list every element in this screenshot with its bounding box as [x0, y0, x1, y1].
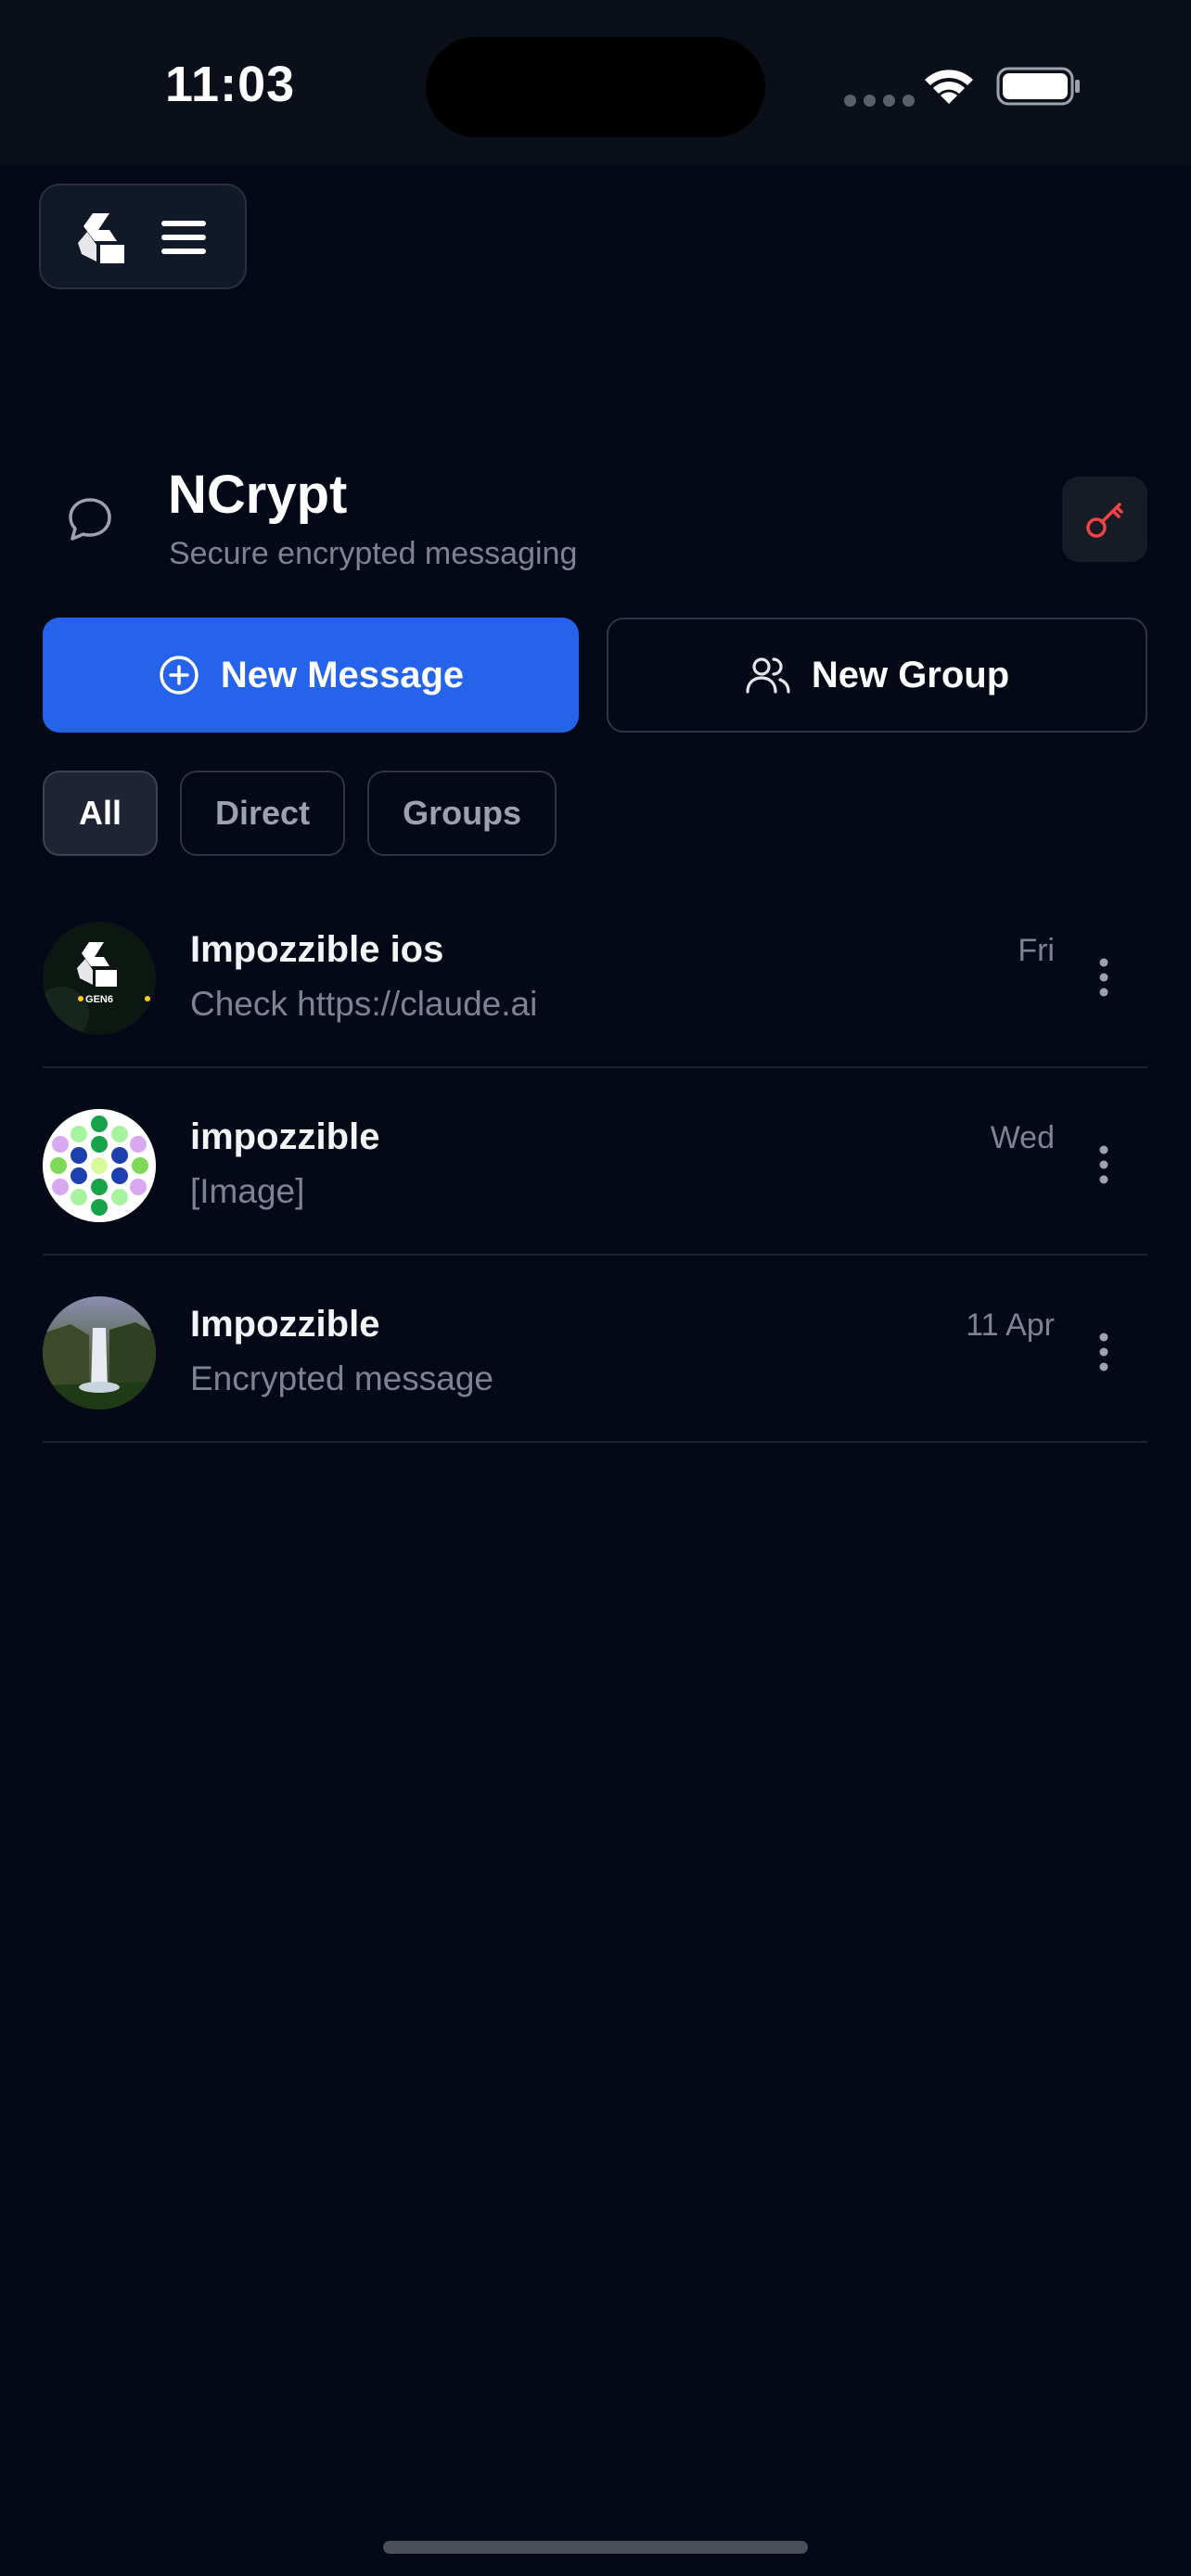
- cellular-signal-icon: [844, 95, 915, 107]
- more-vertical-icon[interactable]: [1097, 1332, 1110, 1372]
- home-indicator: [383, 2541, 808, 2554]
- new-message-button[interactable]: New Message: [43, 618, 579, 733]
- conversation-time: Wed: [990, 1120, 1055, 1155]
- new-group-label: New Group: [811, 654, 1010, 695]
- conversation-preview: [Image]: [190, 1172, 305, 1210]
- page-title: NCrypt: [168, 465, 348, 525]
- conversation-list: GEN6 Impozzible ios Check https://claude…: [43, 881, 1147, 1443]
- conversation-preview: Encrypted message: [190, 1359, 494, 1397]
- top-menu-button[interactable]: [39, 184, 247, 289]
- avatar-label: GEN6: [85, 994, 113, 1005]
- encryption-keys-button[interactable]: [1062, 477, 1147, 562]
- conversation-time: Fri: [1018, 933, 1055, 968]
- conversation-name: impozzible: [190, 1116, 380, 1157]
- new-group-button[interactable]: New Group: [607, 618, 1147, 733]
- status-time: 11:03: [165, 57, 296, 112]
- wifi-icon: [925, 70, 973, 104]
- battery-icon: [996, 67, 1080, 106]
- page-subtitle: Secure encrypted messaging: [169, 536, 578, 571]
- more-vertical-icon[interactable]: [1097, 957, 1110, 998]
- new-message-label: New Message: [220, 654, 465, 695]
- chat-bubble-icon: [69, 498, 111, 541]
- hamburger-icon: [161, 221, 206, 254]
- more-vertical-icon[interactable]: [1097, 1144, 1110, 1185]
- conversation-row[interactable]: GEN6 Impozzible ios Check https://claude…: [43, 881, 1147, 1068]
- conversation-row[interactable]: impozzible [Image] Wed: [43, 1068, 1147, 1256]
- dynamic-island: [426, 37, 765, 137]
- plus-circle-icon: [160, 656, 198, 695]
- conversation-name: Impozzible: [190, 1304, 380, 1345]
- filter-all[interactable]: All: [43, 771, 159, 856]
- filter-groups[interactable]: Groups: [367, 771, 557, 856]
- conversation-time: 11 Apr: [966, 1307, 1055, 1343]
- avatar: [43, 1109, 156, 1222]
- filter-tabs: All Direct Groups: [43, 771, 557, 856]
- avatar: GEN6: [43, 922, 156, 1035]
- conversation-name: Impozzible ios: [190, 929, 444, 970]
- conversation-preview: Check https://claude.ai: [190, 985, 538, 1023]
- key-icon: [1086, 503, 1123, 538]
- filter-direct[interactable]: Direct: [180, 771, 346, 856]
- avatar: [43, 1296, 156, 1409]
- users-icon: [746, 657, 790, 694]
- status-bar: 11:03: [0, 0, 1191, 165]
- app-logo-icon: [78, 213, 124, 263]
- conversation-row[interactable]: Impozzible Encrypted message 11 Apr: [43, 1256, 1147, 1443]
